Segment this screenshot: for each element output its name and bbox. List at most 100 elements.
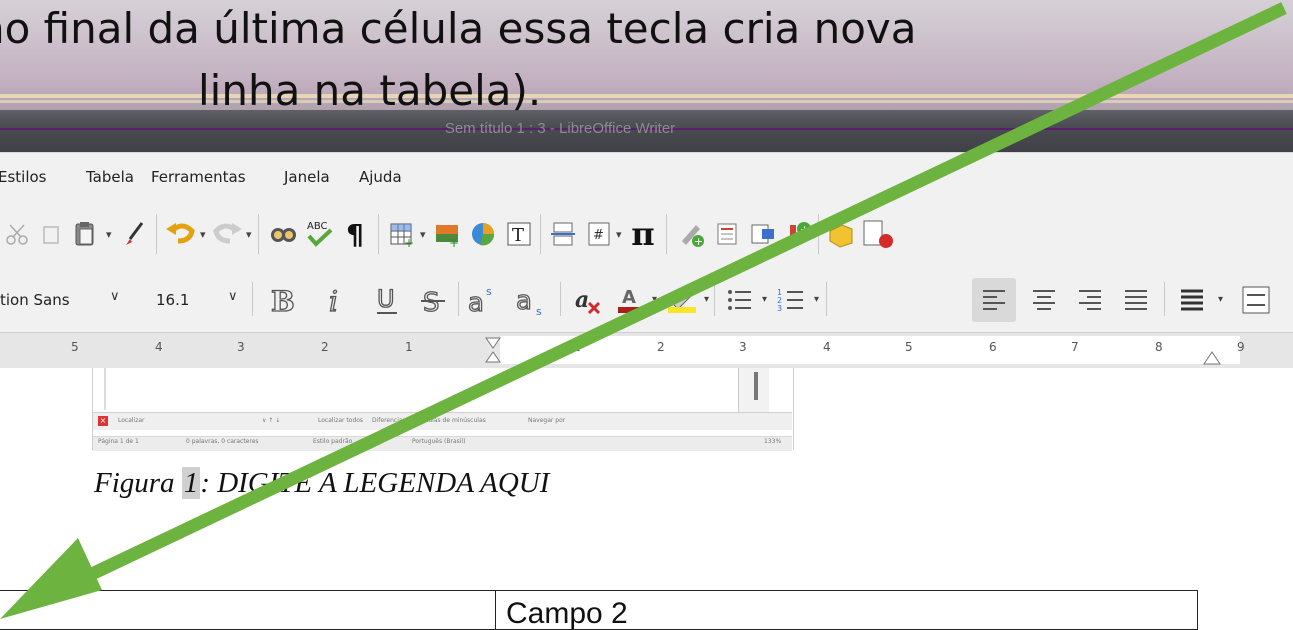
- paste-icon[interactable]: [68, 217, 102, 251]
- embedded-scroll-thumb: [754, 372, 758, 400]
- undo-dropdown-icon[interactable]: ▾: [200, 228, 206, 241]
- align-right-icon[interactable]: [1068, 278, 1112, 322]
- embedded-match-case: Diferenciar maiúsculas de minúsculas: [372, 417, 486, 424]
- font-color-icon[interactable]: A: [612, 278, 652, 322]
- toolbar-separator: [378, 214, 379, 254]
- undo-icon[interactable]: [164, 217, 198, 251]
- document-record-icon[interactable]: [860, 217, 894, 251]
- ruler-number: 6: [989, 340, 997, 354]
- table-cell-2[interactable]: Campo 2: [495, 590, 1198, 630]
- ordered-list-icon[interactable]: 123: [772, 278, 812, 322]
- paragraph-spacing-icon[interactable]: [1234, 278, 1278, 322]
- toolbar-separator: [156, 214, 157, 254]
- insert-image-icon[interactable]: +: [430, 217, 464, 251]
- spelling-icon[interactable]: ABC: [302, 217, 336, 251]
- line-spacing-dropdown-icon[interactable]: ▾: [1218, 294, 1223, 305]
- toolbar-separator: [826, 282, 827, 316]
- italic-icon[interactable]: i: [320, 278, 356, 322]
- insert-textbox-icon[interactable]: T: [502, 217, 536, 251]
- ruler-number: 5: [905, 340, 913, 354]
- line-spacing-icon[interactable]: [1170, 278, 1214, 322]
- font-name-box[interactable]: tion Sans: [0, 291, 70, 309]
- insert-chart-icon[interactable]: [466, 217, 500, 251]
- ordered-list-dropdown-icon[interactable]: ▾: [814, 294, 819, 305]
- document-table[interactable]: Campo 2: [0, 590, 1198, 630]
- svg-text:ABC: ABC: [307, 221, 328, 232]
- formatting-marks-icon[interactable]: ¶: [338, 217, 372, 251]
- font-size-box[interactable]: 16.1: [156, 291, 189, 309]
- insert-page-break-icon[interactable]: [546, 217, 580, 251]
- track-changes-icon[interactable]: [710, 217, 744, 251]
- svg-text:i: i: [329, 285, 338, 317]
- align-justify-icon[interactable]: [1114, 278, 1158, 322]
- menu-styles[interactable]: Estilos: [0, 168, 47, 186]
- insert-footnote-icon[interactable]: [746, 217, 780, 251]
- ruler-number: 5: [71, 340, 79, 354]
- embedded-status-style: Estilo padrão: [313, 438, 353, 445]
- svg-text:+: +: [449, 236, 459, 249]
- clone-formatting-icon[interactable]: [118, 217, 152, 251]
- insert-field-dropdown-icon[interactable]: ▾: [616, 228, 622, 241]
- caption-line-1: no final da última célula essa tecla cri…: [0, 4, 917, 53]
- insert-shape-icon[interactable]: [824, 217, 858, 251]
- bold-icon[interactable]: B: [262, 278, 302, 322]
- embedded-status-page: Página 1 de 1: [98, 438, 139, 445]
- svg-text:B: B: [271, 285, 295, 317]
- insert-table-icon[interactable]: +: [384, 217, 418, 251]
- insert-table-dropdown-icon[interactable]: ▾: [420, 228, 426, 241]
- svg-text:S: S: [423, 288, 440, 317]
- align-left-icon[interactable]: [972, 278, 1016, 322]
- embedded-status-words: 0 palavras, 0 caracteres: [186, 438, 259, 445]
- align-center-icon[interactable]: [1022, 278, 1066, 322]
- clear-formatting-icon[interactable]: a: [568, 278, 608, 322]
- ruler-right-indent-icon[interactable]: [1202, 340, 1222, 366]
- menu-help[interactable]: Ajuda: [359, 168, 402, 186]
- underline-icon[interactable]: U: [368, 278, 408, 322]
- cut-icon[interactable]: [0, 217, 34, 251]
- svg-text:U: U: [377, 285, 395, 313]
- insert-comment-icon[interactable]: +: [674, 217, 708, 251]
- paste-dropdown-icon[interactable]: ▾: [106, 228, 112, 241]
- svg-text:s: s: [486, 285, 492, 298]
- toolbar-separator: [252, 282, 253, 316]
- figure-number-field[interactable]: 1: [181, 467, 201, 499]
- redo-icon[interactable]: [210, 217, 244, 251]
- highlight-color-icon[interactable]: [662, 278, 702, 322]
- table-cell-1[interactable]: [0, 590, 496, 630]
- ruler-number: 4: [155, 340, 163, 354]
- toolbar-separator: [666, 214, 667, 254]
- svg-text:+: +: [694, 235, 703, 248]
- ruler-indent-marker-icon[interactable]: [484, 336, 502, 364]
- insert-formula-icon[interactable]: π: [626, 215, 660, 253]
- figure-caption[interactable]: Figura 1: DIGITE A LEGENDA AQUI: [94, 467, 549, 500]
- ruler-number: 7: [1071, 340, 1079, 354]
- copy-icon[interactable]: [34, 217, 68, 251]
- font-name-dropdown-icon[interactable]: ∨: [110, 289, 120, 304]
- subscript-icon[interactable]: as: [510, 278, 554, 322]
- ruler-number: 9: [1237, 340, 1245, 354]
- toolbar-separator: [540, 214, 541, 254]
- insert-bookmark-icon[interactable]: +: [782, 217, 816, 251]
- font-size-dropdown-icon[interactable]: ∨: [228, 289, 238, 304]
- unordered-list-dropdown-icon[interactable]: ▾: [762, 294, 767, 305]
- highlight-dropdown-icon[interactable]: ▾: [704, 294, 709, 305]
- redo-dropdown-icon[interactable]: ▾: [246, 228, 252, 241]
- insert-field-icon[interactable]: #: [582, 217, 616, 251]
- figure-caption-prefix: Figura: [94, 467, 182, 499]
- toolbar-separator: [560, 282, 561, 316]
- svg-text:s: s: [536, 305, 542, 317]
- unordered-list-icon[interactable]: [720, 278, 760, 322]
- figure-caption-text: : DIGITE A LEGENDA AQUI: [200, 467, 550, 499]
- superscript-icon[interactable]: as: [462, 278, 506, 322]
- ruler-number: 3: [237, 340, 245, 354]
- embedded-find-all: Localizar todos: [318, 417, 364, 424]
- strikethrough-icon[interactable]: S: [414, 278, 454, 322]
- menu-table[interactable]: Tabela: [86, 168, 134, 186]
- font-color-dropdown-icon[interactable]: ▾: [652, 294, 657, 305]
- menu-window[interactable]: Janela: [284, 168, 330, 186]
- menu-tools[interactable]: Ferramentas: [151, 168, 246, 186]
- svg-text:+: +: [800, 223, 809, 236]
- caption-stripe-lower: [0, 100, 1293, 103]
- find-replace-icon[interactable]: [266, 217, 300, 251]
- ruler-number: 3: [739, 340, 747, 354]
